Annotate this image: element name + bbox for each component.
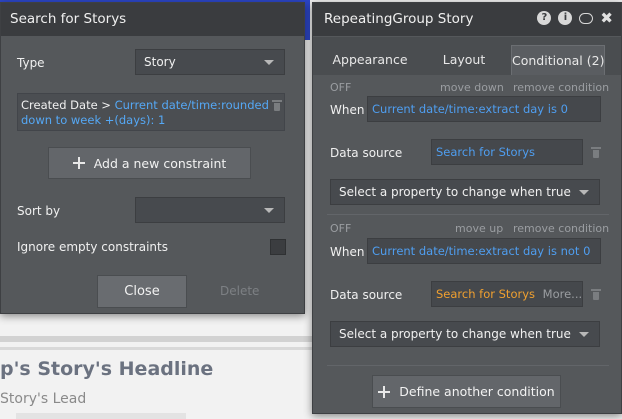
comment-icon[interactable] [579,12,594,24]
condition-2-when-label: When [330,245,365,259]
plus-icon [72,157,85,169]
condition-1-property-dropdown[interactable]: Select a property to change when true [330,179,600,205]
type-label: Type [17,56,45,70]
condition-2-move-up[interactable]: move up [455,222,503,235]
condition-2-data-source-label: Data source [330,288,403,302]
trash-icon[interactable] [591,146,601,158]
sort-by-dropdown[interactable] [135,197,285,223]
condition-2-state[interactable]: OFF [330,222,351,235]
property-editor-panel: RepeatingGroup Story ? i ✖ Appearance La… [312,2,622,414]
search-panel-title[interactable]: Search for Storys [1,3,304,36]
type-dropdown-value: Story [144,55,176,69]
tab-appearance[interactable]: Appearance [325,45,415,75]
canvas-divider-thin [0,347,316,350]
condition-1-state[interactable]: OFF [330,81,351,94]
tab-layout[interactable]: Layout [423,45,505,75]
condition-1-data-source-value: Search for Storys [436,145,536,159]
condition-2-property-placeholder: Select a property to change when true [339,327,571,341]
search-editor-panel: Search for Storys Type Story Created Dat… [0,2,305,314]
info-icon[interactable]: i [558,11,573,25]
close-button[interactable]: Close [97,275,187,308]
add-constraint-label: Add a new constraint [93,155,227,171]
chevron-down-icon [264,60,274,65]
condition-divider [327,214,609,215]
rg-panel-header[interactable]: RepeatingGroup Story ? i ✖ [313,3,621,36]
ignore-empty-label: Ignore empty constraints [17,240,168,254]
canvas-headline-text[interactable]: p's Story's Headline [0,358,213,380]
condition-1-data-source-label: Data source [330,146,403,160]
condition-1-remove[interactable]: remove condition [513,81,609,94]
trash-icon[interactable] [591,288,601,300]
tab-conditional[interactable]: Conditional (2) [511,45,605,75]
add-constraint-button[interactable]: Add a new constraint [48,147,251,179]
condition-1-when-label: When [330,103,365,117]
condition-2-data-source[interactable]: Search for Storys More... [431,281,583,307]
chevron-down-icon [579,190,589,195]
plus-icon [378,385,391,398]
constraint-key[interactable]: Created Date > [21,98,111,112]
condition-1-data-source[interactable]: Search for Storys [431,139,583,165]
canvas-lead-text[interactable]: Story's Lead [0,391,86,407]
ignore-empty-checkbox[interactable] [270,239,286,255]
type-dropdown[interactable]: Story [135,49,285,75]
canvas-divider [0,336,316,342]
chevron-down-icon [579,332,589,337]
condition-1-property-placeholder: Select a property to change when true [339,185,571,199]
header-icons: ? i ✖ [537,11,613,26]
condition-2-more-link[interactable]: More... [543,287,582,301]
tab-bar: Appearance Layout Conditional (2) [313,37,621,75]
condition-1-move-down[interactable]: move down [440,81,504,94]
condition-2-property-dropdown[interactable]: Select a property to change when true [330,321,600,347]
sort-by-label: Sort by [17,204,61,218]
delete-link[interactable]: Delete [220,284,259,298]
canvas-faint-text [16,413,186,419]
condition-divider [327,365,609,366]
condition-2-remove[interactable]: remove condition [513,222,609,235]
chevron-down-icon [264,208,274,213]
trash-icon[interactable] [272,99,282,111]
constraint-row[interactable]: Created Date > Current date/time:rounded… [17,93,285,131]
define-condition-button[interactable]: Define another condition [372,375,561,408]
close-icon[interactable]: ✖ [600,11,613,26]
rg-panel-title: RepeatingGroup Story [324,11,474,27]
define-condition-label: Define another condition [399,384,555,399]
condition-2-when-expression[interactable]: Current date/time:extract day is not 0 [367,238,601,264]
condition-1-when-expression[interactable]: Current date/time:extract day is 0 [367,96,601,122]
condition-2-data-source-value: Search for Storys [436,287,536,301]
help-icon[interactable]: ? [537,11,552,25]
